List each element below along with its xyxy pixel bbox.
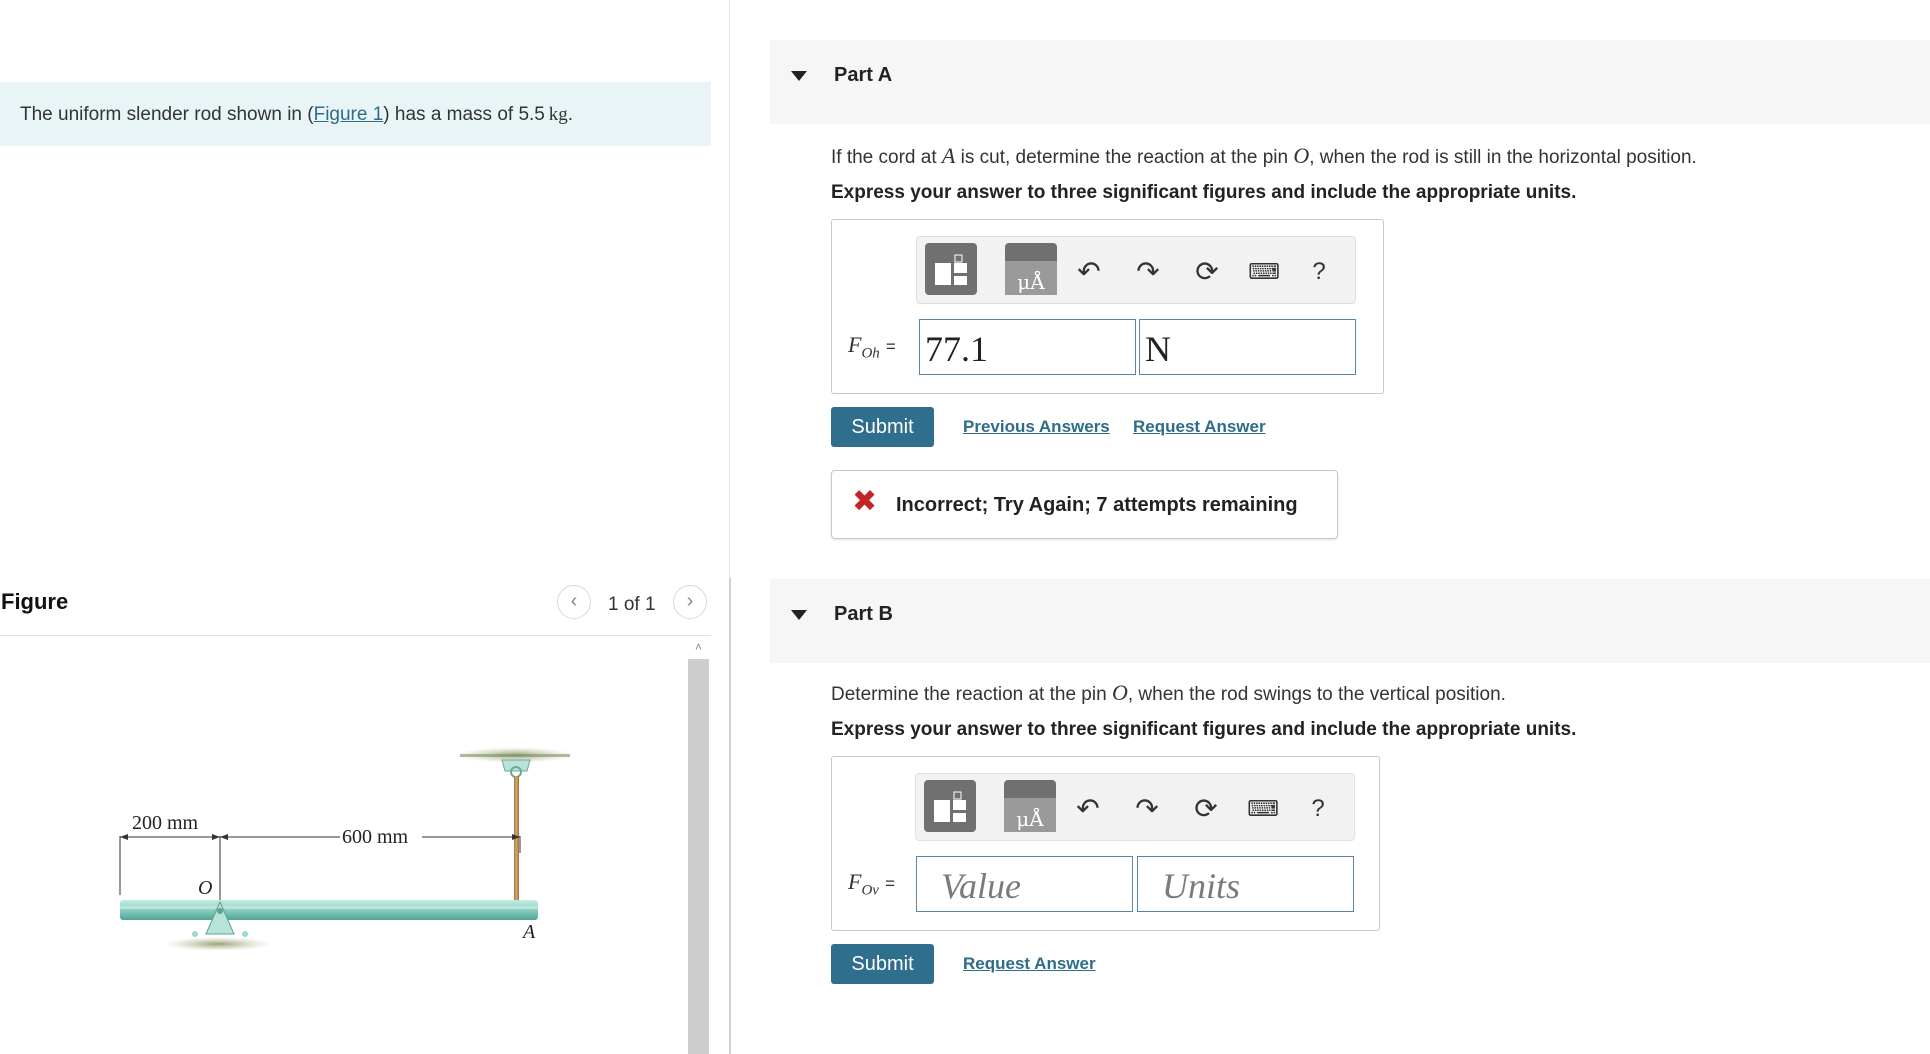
undo-icon[interactable]: ↶ xyxy=(1072,255,1106,289)
part-a-header[interactable]: Part A xyxy=(770,40,1930,124)
var-o: O xyxy=(1111,680,1128,705)
templates-icon[interactable] xyxy=(925,243,977,295)
feedback-box: ✖ Incorrect; Try Again; 7 attempts remai… xyxy=(831,470,1338,539)
caret-down-icon[interactable] xyxy=(791,71,807,81)
intro-text: The uniform slender rod shown in ( xyxy=(20,104,314,125)
var-o: O xyxy=(1293,143,1310,168)
left-pane: The uniform slender rod shown in (Figure… xyxy=(0,0,730,1054)
scrollbar-thumb[interactable] xyxy=(688,659,709,1054)
keyboard-icon[interactable]: ⌨ xyxy=(1247,255,1281,289)
figure-title: Figure xyxy=(1,589,69,614)
part-a-question-3: , when the rod is still in the horizonta… xyxy=(1309,147,1697,168)
eq-sign: = xyxy=(885,337,896,356)
reset-icon[interactable]: ⟳ xyxy=(1189,792,1223,826)
mass-unit: kg xyxy=(548,104,568,125)
figure-image: 200 mm 600 mm O A xyxy=(119,747,573,950)
reset-icon[interactable]: ⟳ xyxy=(1190,255,1224,289)
hook-bracket xyxy=(501,759,531,772)
label-a: A xyxy=(521,921,536,943)
redo-icon[interactable]: ↷ xyxy=(1130,792,1164,826)
part-b-question: Determine the reaction at the pin O, whe… xyxy=(831,680,1506,706)
part-b-value-input[interactable] xyxy=(916,856,1133,912)
eq-var: F xyxy=(848,869,862,894)
problem-statement: The uniform slender rod shown in (Figure… xyxy=(0,82,711,146)
part-b-label: Part B xyxy=(834,603,893,625)
error-icon: ✖ xyxy=(852,485,878,518)
part-b-request-answer-link[interactable]: Request Answer xyxy=(963,954,1096,974)
dim-200: 200 mm xyxy=(132,812,199,834)
intro-text-mass: ) has a mass of 5.5 xyxy=(383,104,545,125)
help-icon[interactable]: ? xyxy=(1302,255,1336,289)
part-a-submit-button[interactable]: Submit xyxy=(831,407,934,447)
part-a-value-input[interactable] xyxy=(919,319,1136,375)
units-glyph: μÅ xyxy=(1017,269,1045,294)
eq-sub: Oh xyxy=(861,345,880,362)
rod xyxy=(120,900,538,920)
part-a-eq-label: FOh = xyxy=(848,332,896,362)
part-a-answer-box: μÅ ↶ ↷ ⟳ ⌨ ? FOh = xyxy=(831,219,1384,394)
part-b-instruction: Express your answer to three significant… xyxy=(831,719,1577,740)
part-a-question-2: is cut, determine the reaction at the pi… xyxy=(960,147,1289,168)
math-toolbar: μÅ ↶ ↷ ⟳ ⌨ ? xyxy=(916,236,1356,304)
part-b-header[interactable]: Part B xyxy=(770,579,1930,663)
help-icon[interactable]: ? xyxy=(1301,792,1335,826)
part-a-units-input[interactable] xyxy=(1139,319,1356,375)
part-b-submit-button[interactable]: Submit xyxy=(831,944,934,984)
figure-header: Figure ‹ 1 of 1 › xyxy=(0,585,711,636)
part-b-question-2: , when the rod swings to the vertical po… xyxy=(1127,684,1506,705)
figure-pagination: 1 of 1 xyxy=(608,594,656,615)
units-icon[interactable]: μÅ xyxy=(1005,243,1057,295)
intro-end: . xyxy=(567,104,573,125)
templates-icon[interactable] xyxy=(924,780,976,832)
part-b-answer-box: μÅ ↶ ↷ ⟳ ⌨ ? FOv = xyxy=(831,756,1380,931)
chevron-up-icon[interactable]: ˄ xyxy=(688,637,709,657)
part-b-units-input[interactable] xyxy=(1137,856,1354,912)
part-a-label: Part A xyxy=(834,64,893,86)
units-glyph: μÅ xyxy=(1016,806,1044,831)
undo-icon[interactable]: ↶ xyxy=(1071,792,1105,826)
var-a: A xyxy=(941,143,956,168)
math-toolbar: μÅ ↶ ↷ ⟳ ⌨ ? xyxy=(915,773,1355,841)
previous-answers-link[interactable]: Previous Answers xyxy=(963,417,1110,437)
part-b-question-1: Determine the reaction at the pin xyxy=(831,684,1107,705)
chevron-right-icon[interactable]: › xyxy=(673,585,707,619)
caret-down-icon[interactable] xyxy=(791,610,807,620)
pane-divider-handle[interactable] xyxy=(729,578,731,1054)
cord xyxy=(514,776,519,904)
eq-sign: = xyxy=(885,874,896,893)
units-icon[interactable]: μÅ xyxy=(1004,780,1056,832)
part-a-instruction: Express your answer to three significant… xyxy=(831,182,1577,203)
part-a-question: If the cord at A is cut, determine the r… xyxy=(831,143,1697,169)
part-b-eq-label: FOv = xyxy=(848,869,895,899)
pin-support-shadow xyxy=(164,937,272,950)
redo-icon[interactable]: ↷ xyxy=(1131,255,1165,289)
label-o: O xyxy=(198,877,212,899)
chevron-left-icon[interactable]: ‹ xyxy=(557,585,591,619)
feedback-message: Incorrect; Try Again; 7 attempts remaini… xyxy=(896,494,1298,516)
part-a-question-1: If the cord at xyxy=(831,147,937,168)
eq-var: F xyxy=(848,332,862,357)
keyboard-icon[interactable]: ⌨ xyxy=(1246,792,1280,826)
dim-600: 600 mm xyxy=(342,826,409,848)
figure-scrollbar[interactable]: ˄ xyxy=(688,637,709,1054)
figure-link[interactable]: Figure 1 xyxy=(314,104,384,125)
part-a-request-answer-link[interactable]: Request Answer xyxy=(1133,417,1266,437)
eq-sub: Ov xyxy=(861,882,879,899)
